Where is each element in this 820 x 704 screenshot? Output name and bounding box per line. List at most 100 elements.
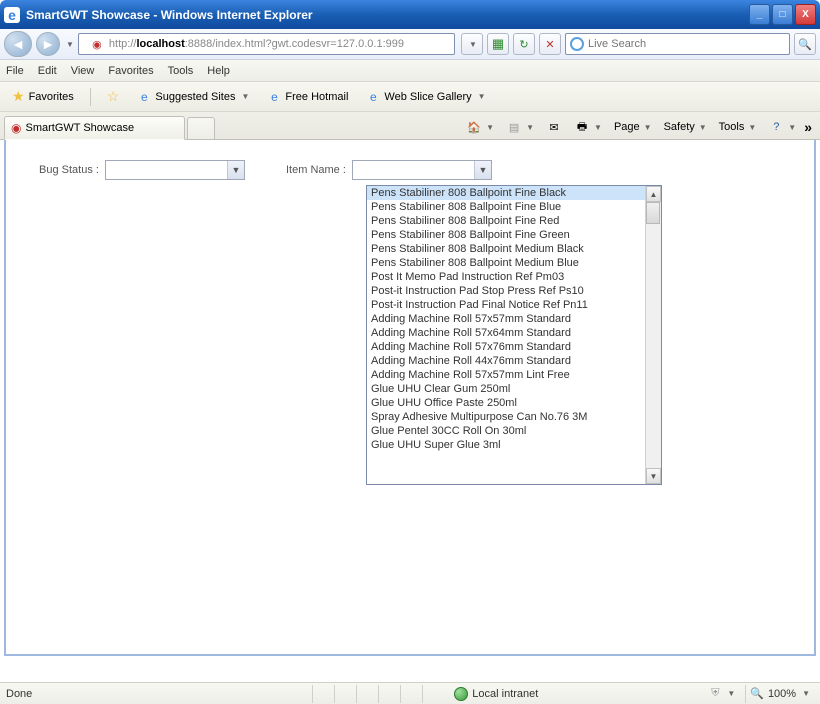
page-label: Page <box>614 121 640 133</box>
menu-file[interactable]: File <box>6 65 24 77</box>
page-menu[interactable]: Page▼ <box>610 119 656 135</box>
safety-menu[interactable]: Safety▼ <box>660 119 711 135</box>
home-button[interactable]: 🏠▼ <box>462 117 498 137</box>
add-favorites-button[interactable]: ☆ <box>101 86 126 107</box>
globe-icon <box>454 687 468 701</box>
forward-button[interactable]: ► <box>36 32 60 56</box>
compat-button[interactable]: ▦ <box>487 33 509 55</box>
suggested-sites-link[interactable]: e Suggested Sites ▼ <box>131 88 255 106</box>
stop-button[interactable]: ✕ <box>539 33 561 55</box>
dropdown-item[interactable]: Glue UHU Super Glue 3ml <box>367 438 645 452</box>
status-cell <box>356 685 378 703</box>
security-zone[interactable]: Local intranet <box>454 687 538 701</box>
zoom-control[interactable]: 🔍 100% ▼ <box>745 685 814 703</box>
zoom-icon: 🔍 <box>750 687 764 700</box>
content-area: Bug Status : ▼ Item Name : ▼ Pens Stabil… <box>4 140 816 656</box>
nav-history-dropdown[interactable]: ▼ <box>66 40 74 49</box>
dropdown-item[interactable]: Post-it Instruction Pad Final Notice Ref… <box>367 298 645 312</box>
dropdown-item[interactable]: Adding Machine Roll 57x57mm Standard <box>367 312 645 326</box>
rss-icon: ▤ <box>506 119 522 135</box>
feeds-button[interactable]: ▤▼ <box>502 117 538 137</box>
favorites-button[interactable]: ★ Favorites <box>6 86 80 107</box>
print-button[interactable]: 🖶▼ <box>570 117 606 137</box>
dropdown-item[interactable]: Post It Memo Pad Instruction Ref Pm03 <box>367 270 645 284</box>
menu-view[interactable]: View <box>71 65 95 77</box>
bug-status-label: Bug Status : <box>39 164 99 176</box>
scroll-down-button[interactable]: ▼ <box>646 468 661 484</box>
favorites-label: Favorites <box>29 91 74 103</box>
search-input[interactable] <box>588 38 785 50</box>
overflow-button[interactable]: » <box>804 119 812 135</box>
star-add-icon: ☆ <box>107 88 120 105</box>
url-path: :8888/index.html?gwt.codesvr=127.0.0.1:9… <box>185 38 404 50</box>
home-icon: 🏠 <box>466 119 482 135</box>
help-button[interactable]: ?▼ <box>764 117 800 137</box>
dropdown-item[interactable]: Post-it Instruction Pad Stop Press Ref P… <box>367 284 645 298</box>
address-bar[interactable]: ◉ http:// localhost :8888/index.html?gwt… <box>78 33 455 55</box>
new-tab-button[interactable] <box>187 117 215 139</box>
menu-favorites[interactable]: Favorites <box>108 65 153 77</box>
dropdown-item[interactable]: Adding Machine Roll 44x76mm Standard <box>367 354 645 368</box>
bug-status-combo[interactable]: ▼ <box>105 160 245 180</box>
favorites-bar: ★ Favorites ☆ e Suggested Sites ▼ e Free… <box>0 82 820 112</box>
status-cell <box>312 685 334 703</box>
dropdown-item[interactable]: Pens Stabiliner 808 Ballpoint Fine Blue <box>367 200 645 214</box>
dropdown-item[interactable]: Pens Stabiliner 808 Ballpoint Fine Red <box>367 214 645 228</box>
tab-smartgwt[interactable]: ◉ SmartGWT Showcase <box>4 116 185 140</box>
minimize-button[interactable]: _ <box>749 4 770 25</box>
dropdown-item[interactable]: Adding Machine Roll 57x76mm Standard <box>367 340 645 354</box>
webslice-label: Web Slice Gallery <box>384 91 471 103</box>
item-name-combo[interactable]: ▼ <box>352 160 492 180</box>
chevron-down-icon: ▼ <box>802 689 810 698</box>
web-slice-link[interactable]: e Web Slice Gallery ▼ <box>360 88 491 106</box>
dropdown-scrollbar[interactable]: ▲ ▼ <box>645 186 661 484</box>
zoom-value: 100% <box>768 688 796 700</box>
address-dropdown[interactable]: ▼ <box>461 33 483 55</box>
zone-label: Local intranet <box>472 688 538 700</box>
dropdown-item[interactable]: Pens Stabiliner 808 Ballpoint Fine Black <box>367 186 645 200</box>
bug-status-field: Bug Status : ▼ <box>39 160 245 180</box>
dropdown-item[interactable]: Pens Stabiliner 808 Ballpoint Medium Bla… <box>367 242 645 256</box>
star-icon: ★ <box>12 88 25 105</box>
tab-bar: ◉ SmartGWT Showcase 🏠▼ ▤▼ ✉ 🖶▼ Page▼ Saf… <box>0 112 820 140</box>
scroll-thumb[interactable] <box>646 202 660 224</box>
help-icon: ? <box>768 119 784 135</box>
status-bar: Done Local intranet ⛨▼ 🔍 100% ▼ <box>0 682 820 704</box>
mail-button[interactable]: ✉ <box>542 117 566 137</box>
print-icon: 🖶 <box>574 119 590 135</box>
dropdown-item[interactable]: Glue UHU Office Paste 250ml <box>367 396 645 410</box>
shield-icon: ⛨ <box>707 686 723 702</box>
ie-icon: e <box>137 90 151 104</box>
dropdown-item[interactable]: Glue UHU Clear Gum 250ml <box>367 382 645 396</box>
menu-tools[interactable]: Tools <box>168 65 194 77</box>
search-box[interactable] <box>565 33 790 55</box>
maximize-button[interactable]: □ <box>772 4 793 25</box>
item-name-field: Item Name : ▼ <box>286 160 492 180</box>
tools-menu[interactable]: Tools▼ <box>715 119 761 135</box>
menu-help[interactable]: Help <box>207 65 230 77</box>
ie-icon: e <box>366 90 380 104</box>
dropdown-item[interactable]: Adding Machine Roll 57x57mm Lint Free <box>367 368 645 382</box>
tools-label: Tools <box>719 121 745 133</box>
dropdown-item[interactable]: Glue Pentel 30CC Roll On 30ml <box>367 424 645 438</box>
back-button[interactable]: ◄ <box>4 31 32 57</box>
scroll-up-button[interactable]: ▲ <box>646 186 661 202</box>
dropdown-item[interactable]: Pens Stabiliner 808 Ballpoint Medium Blu… <box>367 256 645 270</box>
site-icon: ◉ <box>89 36 105 52</box>
protected-mode-button[interactable]: ⛨▼ <box>703 684 739 704</box>
menu-edit[interactable]: Edit <box>38 65 57 77</box>
dropdown-item[interactable]: Spray Adhesive Multipurpose Can No.76 3M <box>367 410 645 424</box>
item-name-label: Item Name : <box>286 164 346 176</box>
search-go-button[interactable]: 🔍 <box>794 33 816 55</box>
dropdown-items: Pens Stabiliner 808 Ballpoint Fine Black… <box>367 186 645 484</box>
refresh-button[interactable]: ↻ <box>513 33 535 55</box>
free-hotmail-link[interactable]: e Free Hotmail <box>261 88 354 106</box>
dropdown-item[interactable]: Pens Stabiliner 808 Ballpoint Fine Green <box>367 228 645 242</box>
chevron-down-icon: ▼ <box>227 161 244 179</box>
menu-bar: File Edit View Favorites Tools Help <box>0 60 820 82</box>
dropdown-item[interactable]: Adding Machine Roll 57x64mm Standard <box>367 326 645 340</box>
close-button[interactable]: X <box>795 4 816 25</box>
bing-icon <box>570 37 584 51</box>
chevron-down-icon: ▼ <box>474 161 491 179</box>
window-title: SmartGWT Showcase - Windows Internet Exp… <box>26 8 313 22</box>
